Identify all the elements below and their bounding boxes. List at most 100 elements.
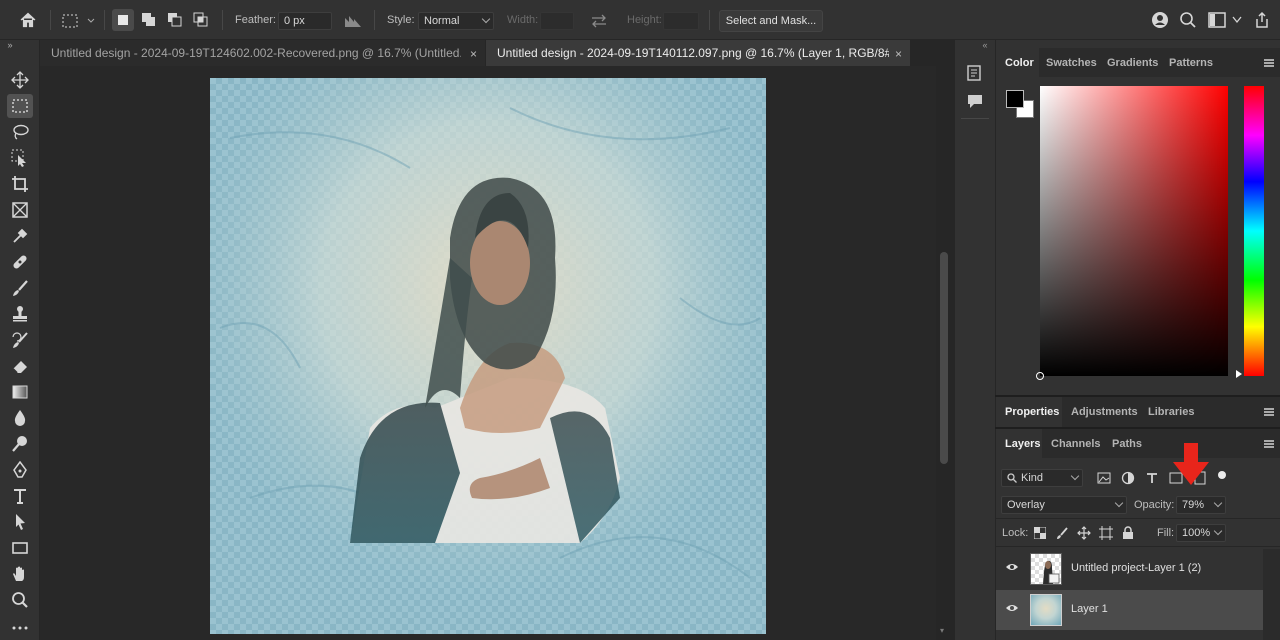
color-picker-marker [1036, 372, 1044, 380]
workspace-icon[interactable] [1207, 10, 1227, 30]
layer-row-selected[interactable]: Layer 1 [996, 590, 1263, 630]
lock-all-icon[interactable] [1120, 525, 1136, 541]
stamp-icon [13, 306, 27, 322]
select-and-mask-button[interactable]: Select and Mask... [719, 10, 823, 32]
gradient-tool[interactable] [7, 380, 33, 404]
color-panel: Color Swatches Gradients Patterns [995, 40, 1280, 395]
tab-properties[interactable]: Properties [996, 397, 1062, 427]
close-icon[interactable]: × [470, 47, 477, 61]
width-input[interactable] [540, 12, 574, 30]
collapse-arrows-icon[interactable]: » [4, 40, 16, 50]
eye-icon[interactable] [1005, 603, 1019, 613]
tab-swatches[interactable]: Swatches [1039, 48, 1099, 77]
eyedropper-tool[interactable] [7, 224, 33, 248]
pen-tool[interactable] [7, 458, 33, 482]
height-input[interactable] [663, 12, 699, 30]
type-tool[interactable] [7, 484, 33, 508]
eyedropper-icon [13, 228, 28, 243]
adjustment-filter-icon[interactable] [1120, 469, 1136, 487]
user-icon[interactable] [1150, 10, 1170, 30]
document-canvas[interactable] [210, 78, 766, 634]
hue-slider[interactable] [1244, 86, 1264, 376]
style-dropdown[interactable]: Normal [418, 12, 494, 30]
vertical-scrollbar[interactable]: ▾ [936, 66, 954, 640]
marquee-preset-icon[interactable] [58, 10, 98, 32]
chevron-down-icon[interactable] [1230, 10, 1244, 30]
layer-row[interactable]: Untitled project-Layer 1 (2) [996, 549, 1263, 589]
lasso-icon [13, 124, 29, 140]
blend-mode-dropdown[interactable]: Overlay [1001, 496, 1127, 514]
share-icon[interactable] [1251, 9, 1273, 31]
layer-filter-dropdown[interactable]: Kind [1001, 469, 1083, 487]
dodge-tool[interactable] [7, 432, 33, 456]
frame-tool[interactable] [7, 198, 33, 222]
lasso-tool[interactable] [7, 120, 33, 144]
lock-position-icon[interactable] [1076, 525, 1092, 541]
more-tools[interactable] [7, 616, 33, 640]
layer-name[interactable]: Layer 1 [1071, 603, 1108, 615]
opacity-input[interactable]: 79% [1176, 496, 1226, 514]
color-field[interactable] [1036, 86, 1228, 380]
crop-tool[interactable] [7, 172, 33, 196]
blur-tool[interactable] [7, 406, 33, 430]
comments-icon[interactable] [963, 90, 987, 112]
tab-gradients[interactable]: Gradients [1099, 48, 1161, 77]
history-panel-icon[interactable] [963, 62, 987, 84]
path-select-tool[interactable] [7, 510, 33, 534]
tab-layers[interactable]: Layers [996, 429, 1042, 458]
move-tool[interactable] [7, 68, 33, 92]
close-icon[interactable]: × [895, 47, 902, 61]
zoom-tool[interactable] [7, 588, 33, 612]
history-brush-tool[interactable] [7, 328, 33, 352]
object-select-tool[interactable] [7, 146, 33, 170]
add-selection-icon[interactable] [138, 9, 160, 31]
foreground-swatch[interactable] [1006, 90, 1024, 108]
tab-color[interactable]: Color [996, 48, 1039, 77]
eraser-tool[interactable] [7, 354, 33, 378]
layers-scrollbar[interactable] [1263, 549, 1280, 640]
home-icon[interactable] [14, 8, 42, 32]
tab-adjustments[interactable]: Adjustments [1062, 397, 1140, 427]
tab-paths[interactable]: Paths [1104, 429, 1154, 458]
filter-kind-value: Kind [1021, 472, 1044, 484]
stamp-tool[interactable] [7, 302, 33, 326]
scroll-down-icon[interactable]: ▾ [940, 626, 950, 635]
tab-patterns[interactable]: Patterns [1161, 48, 1219, 77]
marquee-tool[interactable] [7, 94, 33, 118]
eye-icon[interactable] [1005, 562, 1019, 572]
filter-toggle-icon[interactable] [1214, 467, 1230, 483]
panel-menu-icon[interactable] [1264, 408, 1274, 416]
panel-menu-icon[interactable] [1264, 440, 1274, 448]
eraser-icon [12, 361, 27, 374]
new-selection-icon[interactable] [112, 9, 134, 31]
feather-input[interactable]: 0 px [278, 12, 332, 30]
brush-tool[interactable] [7, 276, 33, 300]
tab-title: Untitled design - 2024-09-19T140112.097.… [497, 46, 889, 60]
subtract-selection-icon[interactable] [164, 9, 186, 31]
document-tab-active[interactable]: Untitled design - 2024-09-19T140112.097.… [486, 40, 910, 66]
lock-paint-icon[interactable] [1054, 525, 1070, 541]
hue-slider-handle[interactable] [1236, 370, 1242, 378]
layer-name[interactable]: Untitled project-Layer 1 (2) [1071, 562, 1201, 574]
panel-menu-icon[interactable] [1264, 59, 1274, 67]
lock-artboard-icon[interactable] [1098, 525, 1114, 541]
rectangle-tool[interactable] [7, 536, 33, 560]
pixel-filter-icon[interactable] [1096, 469, 1112, 487]
type-filter-icon[interactable] [1144, 469, 1160, 487]
search-icon[interactable] [1178, 10, 1198, 30]
anti-alias-icon[interactable] [342, 11, 364, 31]
fill-input[interactable]: 100% [1176, 524, 1226, 542]
canvas-area[interactable] [40, 66, 936, 640]
healing-tool[interactable] [7, 250, 33, 274]
intersect-selection-icon[interactable] [190, 9, 212, 31]
scroll-thumb[interactable] [940, 252, 948, 464]
height-label: Height: [627, 14, 662, 26]
lock-transparent-icon[interactable] [1032, 525, 1048, 541]
opacity-label: Opacity: [1134, 499, 1175, 511]
swap-icon[interactable] [588, 11, 610, 31]
document-tab-recovered[interactable]: Untitled design - 2024-09-19T124602.002-… [40, 40, 485, 66]
collapse-arrows-icon[interactable]: « [979, 40, 991, 50]
tab-libraries[interactable]: Libraries [1140, 397, 1206, 427]
tab-channels[interactable]: Channels [1042, 429, 1104, 458]
hand-tool[interactable] [7, 562, 33, 586]
